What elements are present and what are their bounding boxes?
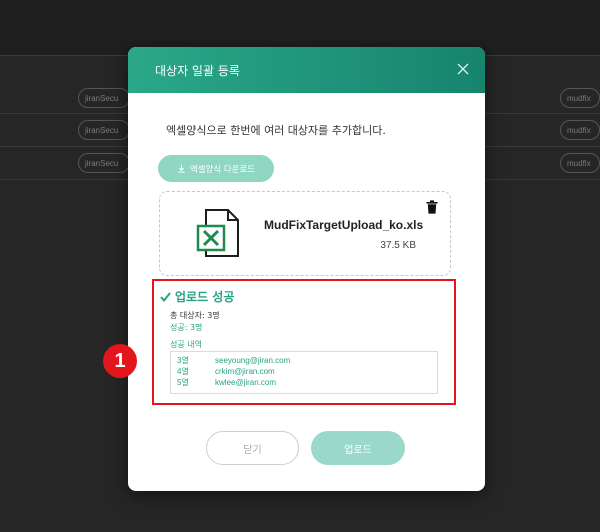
file-name: MudFixTargetUpload_ko.xls xyxy=(264,218,424,232)
excel-icon xyxy=(196,209,239,257)
background-pill: jiranSecu xyxy=(78,88,130,108)
download-icon xyxy=(178,164,185,173)
row-number: 3열 xyxy=(177,356,189,365)
success-detail-label: 성공 내역 xyxy=(170,340,202,349)
upload-success-label: 업로드 성공 xyxy=(175,290,235,304)
file-size: 37.5 KB xyxy=(380,240,416,251)
modal-intro: 엑셀양식으로 한번에 여러 대상자를 추가합니다. xyxy=(166,124,386,137)
bulk-register-modal: 대상자 일괄 등록 엑셀양식으로 한번에 여러 대상자를 추가합니다. 엑셀양식… xyxy=(128,47,485,491)
total-count: 총 대상자: 3명 xyxy=(170,311,220,320)
background-pill: jiranSecu xyxy=(78,153,130,173)
modal-header: 대상자 일괄 등록 xyxy=(128,47,485,93)
upload-success-title: 업로드 성공 xyxy=(160,288,234,305)
row-email: seeyoung@jiran.com xyxy=(215,356,291,365)
list-item: 4열 crkim@jiran.com xyxy=(177,366,437,377)
upload-result-panel: 업로드 성공 총 대상자: 3명 성공: 3명 성공 내역 3열 seeyoun… xyxy=(152,279,456,405)
background-pill: mudfix xyxy=(560,88,600,108)
background-pill: jiranSecu xyxy=(78,120,130,140)
check-icon xyxy=(160,291,171,302)
upload-button[interactable]: 업로드 xyxy=(311,431,405,465)
background-pill: mudfix xyxy=(560,153,600,173)
close-button[interactable]: 닫기 xyxy=(206,431,299,465)
uploaded-file-card: MudFixTargetUpload_ko.xls 37.5 KB xyxy=(159,191,451,276)
background-pill: mudfix xyxy=(560,120,600,140)
row-number: 4열 xyxy=(177,367,189,376)
trash-icon[interactable] xyxy=(426,200,438,214)
callout-badge: 1 xyxy=(103,344,137,378)
success-detail-list: 3열 seeyoung@jiran.com 4열 crkim@jiran.com… xyxy=(170,351,438,394)
list-item: 5열 kwlee@jiran.com xyxy=(177,377,437,388)
download-template-label: 엑셀양식 다운로드 xyxy=(189,164,256,175)
row-number: 5열 xyxy=(177,378,189,387)
list-item: 3열 seeyoung@jiran.com xyxy=(177,355,437,366)
close-icon[interactable] xyxy=(455,61,471,77)
row-email: crkim@jiran.com xyxy=(215,367,275,376)
modal-title: 대상자 일괄 등록 xyxy=(155,64,240,78)
download-template-button[interactable]: 엑셀양식 다운로드 xyxy=(158,155,274,182)
row-email: kwlee@jiran.com xyxy=(215,378,277,387)
success-count: 성공: 3명 xyxy=(170,323,203,332)
